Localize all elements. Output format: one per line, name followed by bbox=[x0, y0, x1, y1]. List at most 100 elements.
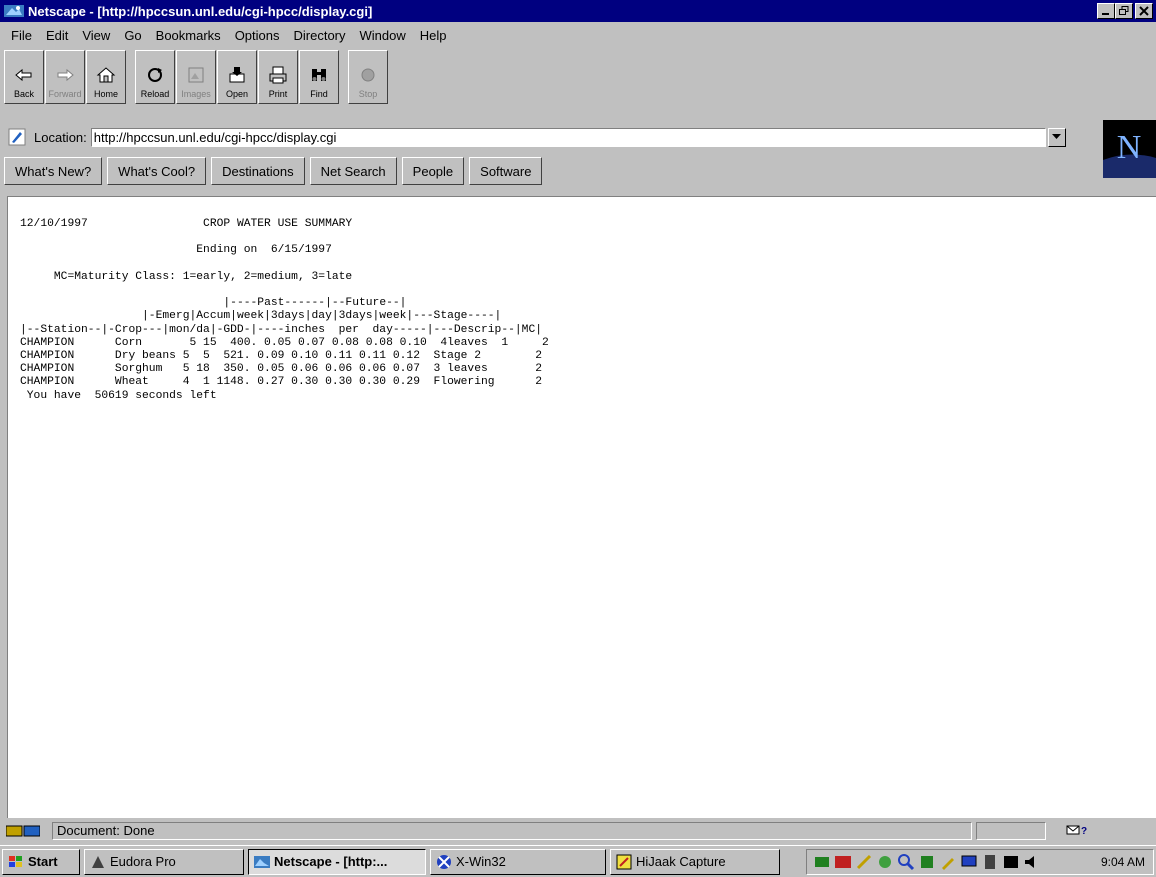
minimize-icon bbox=[1102, 13, 1109, 15]
home-label: Home bbox=[93, 89, 118, 99]
close-button[interactable] bbox=[1135, 3, 1153, 19]
start-button[interactable]: Start bbox=[2, 848, 80, 875]
forward-button[interactable]: Forward bbox=[45, 50, 85, 104]
svg-text:N: N bbox=[1117, 129, 1142, 166]
tray-ati-icon[interactable] bbox=[834, 853, 852, 871]
software-button[interactable]: Software bbox=[469, 157, 543, 185]
stop-label: Stop bbox=[358, 89, 378, 99]
tray-calculator-icon[interactable] bbox=[981, 853, 999, 871]
location-dropdown-button[interactable] bbox=[1047, 127, 1066, 147]
people-button[interactable]: People bbox=[401, 157, 465, 185]
find-button[interactable]: Find bbox=[299, 50, 339, 104]
location-bar: Location: http://hpccsun.unl.edu/cgi-hpc… bbox=[0, 126, 1100, 148]
mail-status-icon[interactable]: ? bbox=[1066, 824, 1088, 839]
svg-text:?: ? bbox=[1081, 826, 1087, 836]
start-label: Start bbox=[28, 854, 58, 869]
task-eudora[interactable]: Eudora Pro bbox=[84, 848, 244, 875]
menu-options[interactable]: Options bbox=[228, 28, 287, 43]
reload-icon bbox=[148, 68, 162, 82]
eudora-icon bbox=[92, 855, 104, 868]
tray-monitor-icon[interactable] bbox=[960, 853, 978, 871]
task-netscape[interactable]: Netscape - [http:... bbox=[248, 848, 426, 875]
images-button[interactable]: Images bbox=[176, 50, 216, 104]
taskbar: Start Eudora Pro Netscape - [http:... X-… bbox=[0, 845, 1156, 877]
tray-speaker-icon[interactable] bbox=[1023, 853, 1041, 871]
menu-go[interactable]: Go bbox=[117, 28, 148, 43]
window-title: Netscape - [http://hpccsun.unl.edu/cgi-h… bbox=[28, 3, 373, 19]
menu-window[interactable]: Window bbox=[353, 28, 413, 43]
back-arrow-icon bbox=[15, 68, 32, 82]
table-row: CHAMPION Dry beans 5 5 521. 0.09 0.10 0.… bbox=[20, 350, 543, 363]
open-icon bbox=[229, 67, 245, 83]
menu-file[interactable]: File bbox=[4, 28, 39, 43]
netscape-app-icon[interactable] bbox=[4, 3, 24, 19]
location-input[interactable]: http://hpccsun.unl.edu/cgi-hpcc/display.… bbox=[90, 127, 1046, 147]
task-label: Netscape - [http:... bbox=[274, 854, 388, 869]
menu-help[interactable]: Help bbox=[413, 28, 454, 43]
open-button[interactable]: Open bbox=[217, 50, 257, 104]
bookmark-link-icon[interactable] bbox=[8, 128, 26, 146]
table-header-3: |--Station--|-Crop---|mon/da|-GDD-|----i… bbox=[20, 323, 543, 336]
forward-label: Forward bbox=[48, 89, 82, 99]
progress-box bbox=[976, 822, 1046, 840]
tray-search-icon[interactable] bbox=[897, 853, 915, 871]
tray-network-icon[interactable] bbox=[813, 853, 831, 871]
task-label: HiJaak Capture bbox=[636, 854, 726, 869]
stop-button[interactable]: Stop bbox=[348, 50, 388, 104]
tray-film-icon[interactable] bbox=[1002, 853, 1020, 871]
netscape-logo[interactable]: N bbox=[1103, 120, 1156, 178]
tray-app-icon[interactable] bbox=[918, 853, 936, 871]
task-label: X-Win32 bbox=[456, 854, 506, 869]
system-tray: 9:04 AM bbox=[806, 849, 1154, 875]
back-button[interactable]: Back bbox=[4, 50, 44, 104]
tray-scheduler-icon[interactable] bbox=[876, 853, 894, 871]
task-xwin32[interactable]: X-Win32 bbox=[430, 848, 606, 875]
netscape-n-icon: N bbox=[1103, 120, 1156, 178]
maturity-legend: MC=Maturity Class: 1=early, 2=medium, 3=… bbox=[53, 270, 353, 283]
time-left: You have 50619 seconds left bbox=[20, 389, 217, 402]
xwin32-icon bbox=[437, 854, 451, 869]
navigation-toolbar: Back Forward Home Reload Images Open Pri… bbox=[4, 50, 397, 108]
whats-new-button[interactable]: What's New? bbox=[4, 157, 103, 185]
crop-report: 12/10/1997 CROP WATER USE SUMMARY Ending… bbox=[20, 218, 1156, 403]
destinations-button[interactable]: Destinations bbox=[211, 157, 305, 185]
open-label: Open bbox=[225, 89, 249, 99]
images-label: Images bbox=[181, 89, 211, 99]
whats-cool-button[interactable]: What's Cool? bbox=[107, 157, 207, 185]
restore-button[interactable] bbox=[1115, 3, 1133, 19]
print-button[interactable]: Print bbox=[258, 50, 298, 104]
forward-arrow-icon bbox=[57, 68, 74, 82]
netscape-task-icon bbox=[254, 855, 270, 868]
home-button[interactable]: Home bbox=[86, 50, 126, 104]
window-controls bbox=[1097, 3, 1153, 19]
images-icon bbox=[188, 67, 204, 83]
minimize-button[interactable] bbox=[1097, 3, 1115, 19]
reload-label: Reload bbox=[140, 89, 170, 99]
tray-pencil-icon[interactable] bbox=[939, 853, 957, 871]
printer-icon bbox=[269, 66, 287, 84]
task-hijaak[interactable]: HiJaak Capture bbox=[610, 848, 780, 875]
print-label: Print bbox=[268, 89, 288, 99]
report-date: 12/10/1997 bbox=[20, 218, 88, 230]
restore-icon bbox=[1119, 6, 1129, 15]
report-ending: Ending on 6/15/1997 bbox=[196, 244, 332, 257]
table-row: CHAMPION Corn 5 15 400. 0.05 0.07 0.08 0… bbox=[20, 336, 549, 349]
back-label: Back bbox=[13, 89, 34, 99]
dropdown-arrow-icon bbox=[1052, 134, 1062, 139]
menu-directory[interactable]: Directory bbox=[287, 28, 353, 43]
security-key-icon[interactable] bbox=[6, 822, 46, 840]
close-icon bbox=[1139, 6, 1149, 16]
net-search-button[interactable]: Net Search bbox=[309, 157, 397, 185]
clock[interactable]: 9:04 AM bbox=[1101, 855, 1145, 869]
menu-view[interactable]: View bbox=[75, 28, 117, 43]
menu-edit[interactable]: Edit bbox=[39, 28, 75, 43]
table-row: CHAMPION Wheat 4 1 1148. 0.27 0.30 0.30 … bbox=[20, 376, 543, 389]
reload-button[interactable]: Reload bbox=[135, 50, 175, 104]
directory-buttons-bar: What's New? What's Cool? Destinations Ne… bbox=[4, 157, 543, 185]
hijaak-icon bbox=[616, 854, 632, 869]
stop-icon bbox=[361, 68, 375, 82]
menu-bookmarks[interactable]: Bookmarks bbox=[149, 28, 228, 43]
home-icon bbox=[96, 67, 116, 83]
location-label: Location: bbox=[34, 129, 87, 145]
tray-tools-icon[interactable] bbox=[855, 853, 873, 871]
